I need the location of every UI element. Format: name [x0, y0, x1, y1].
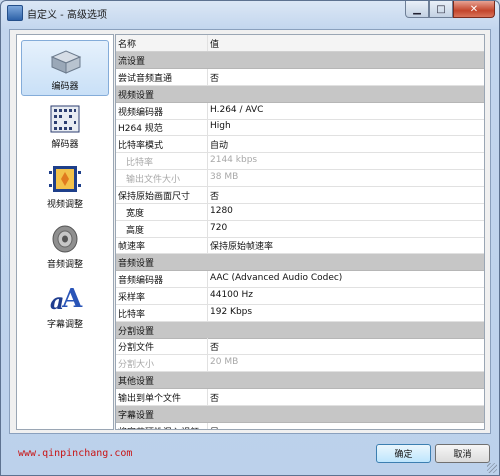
- property-row[interactable]: H264 规范 High: [116, 119, 484, 137]
- property-row[interactable]: 宽度 1280: [116, 203, 484, 221]
- svg-text:A: A: [61, 284, 83, 314]
- property-name: 输出到单个文件: [118, 394, 182, 404]
- sidebar-item-label: 解码器: [51, 140, 79, 150]
- close-button[interactable]: ✕: [453, 1, 495, 18]
- property-row[interactable]: 音频编码器 AAC (Advanced Audio Codec): [116, 271, 484, 289]
- property-grid: 名称 值 流设置 尝试音频直通否视频设置 视频编码器 H.264 / AVC H264 …: [115, 34, 485, 430]
- maximize-button[interactable]: □: [429, 1, 453, 18]
- property-value[interactable]: H.264 / AVC: [210, 105, 263, 115]
- property-name: H264 规范: [118, 124, 163, 135]
- sidebar-item-label: 字幕调整: [46, 320, 83, 330]
- property-row[interactable]: 分割大小 20 MB: [116, 355, 484, 373]
- sidebar-item-label: 视频调整: [46, 200, 83, 210]
- dialog-content: 编码器 解码器 视频调整 音频调整 a A 字幕调整 名称 值 流设置 尝试音频…: [9, 29, 491, 434]
- category-sidebar: 编码器 解码器 视频调整 音频调整 a A 字幕调整: [16, 34, 114, 430]
- property-value[interactable]: AAC (Advanced Audio Codec): [210, 273, 342, 283]
- sidebar-item-encoder[interactable]: 编码器: [21, 40, 109, 96]
- section-header: 流设置: [116, 52, 484, 69]
- sidebar-item-decoder[interactable]: 解码器: [21, 99, 109, 155]
- column-header-value: 值: [210, 40, 220, 50]
- property-name: 将字幕硬性混入视频...: [118, 425, 206, 429]
- property-value[interactable]: 自动: [210, 138, 228, 151]
- encoder-icon: [50, 50, 82, 74]
- property-value[interactable]: High: [210, 121, 231, 131]
- section-title: 其他设置: [118, 377, 155, 388]
- property-value[interactable]: 否: [210, 340, 219, 353]
- sidebar-item-audio-adjust[interactable]: 音频调整: [21, 219, 109, 275]
- column-header-name: 名称: [118, 40, 137, 50]
- property-name: 比特率模式: [118, 141, 164, 152]
- section-title: 字幕设置: [118, 410, 155, 421]
- section-header: 其他设置: [116, 372, 484, 390]
- property-name: 分割文件: [118, 343, 155, 354]
- property-name: 分割大小: [118, 360, 155, 371]
- property-row[interactable]: 帧速率 保持原始帧速率: [116, 237, 484, 255]
- property-row[interactable]: 输出文件大小 38 MB: [116, 169, 484, 187]
- property-row[interactable]: 比特率 192 Kbps: [116, 304, 484, 322]
- property-row[interactable]: 采样率 44100 Hz: [116, 287, 484, 305]
- close-icon: ✕: [469, 3, 479, 15]
- property-value: 20 MB: [210, 357, 239, 368]
- property-name: 采样率: [118, 292, 146, 303]
- minimize-icon: ▁: [413, 3, 421, 15]
- property-row[interactable]: 比特率 2144 kbps: [116, 153, 484, 171]
- decoder-icon: [50, 105, 80, 133]
- section-header: 分割设置: [116, 321, 484, 339]
- ok-button[interactable]: 确定: [376, 444, 431, 463]
- app-icon: [7, 5, 23, 21]
- property-name: 高度: [126, 225, 145, 236]
- property-name: 视频编码器: [118, 107, 164, 118]
- sidebar-item-subtitle-adjust[interactable]: a A 字幕调整: [21, 279, 109, 335]
- audio-adjust-icon: [52, 225, 78, 253]
- section-title: 分割设置: [118, 326, 155, 337]
- property-name: 保持原始画面尺寸: [118, 191, 191, 202]
- property-row[interactable]: 将字幕硬性混入视频... 是: [116, 422, 484, 429]
- resize-grip[interactable]: [487, 463, 497, 473]
- section-header: 视频设置: [116, 85, 484, 103]
- cancel-button[interactable]: 取消: [435, 444, 490, 463]
- property-value[interactable]: 否: [210, 189, 219, 202]
- property-value[interactable]: 1280: [210, 206, 233, 216]
- section-header: 字幕设置: [116, 405, 484, 423]
- sidebar-item-video-adjust[interactable]: 视频调整: [21, 159, 109, 215]
- property-name: 输出文件大小: [126, 174, 181, 185]
- window-title: 自定义 - 高级选项: [27, 10, 107, 21]
- property-name: 帧速率: [118, 242, 146, 253]
- subtitle-adjust-icon: a A: [50, 284, 83, 315]
- property-value: 38 MB: [210, 171, 239, 182]
- property-value[interactable]: 192 Kbps: [210, 307, 252, 317]
- dialog-window: 自定义 - 高级选项 ▁ □ ✕ 编码器 解码器 视频调整 音频调整 a A 字…: [0, 0, 500, 476]
- section-title: 音频设置: [118, 259, 155, 270]
- maximize-icon: □: [436, 3, 446, 15]
- sidebar-item-label: 音频调整: [46, 260, 83, 270]
- section-title: 流设置: [118, 57, 146, 67]
- grid-header: 名称 值: [116, 35, 484, 52]
- section-title: 视频设置: [118, 90, 155, 101]
- property-row[interactable]: 视频编码器 H.264 / AVC: [116, 102, 484, 120]
- property-name: 宽度: [126, 208, 145, 219]
- property-name: 比特率: [126, 158, 154, 169]
- title-bar[interactable]: 自定义 - 高级选项 ▁ □ ✕: [1, 1, 499, 25]
- property-name: 音频编码器: [118, 276, 164, 287]
- property-name: 尝试音频直通: [118, 73, 173, 84]
- video-adjust-icon: [49, 166, 81, 192]
- property-row[interactable]: 输出到单个文件 否: [116, 389, 484, 406]
- property-value[interactable]: 是: [210, 425, 219, 429]
- website-link[interactable]: www.qinpinchang.com: [18, 448, 132, 459]
- property-row[interactable]: 保持原始画面尺寸 否: [116, 186, 484, 204]
- property-row[interactable]: 尝试音频直通 否: [116, 68, 484, 86]
- property-row[interactable]: 分割文件 否: [116, 338, 484, 356]
- section-header: 音频设置: [116, 254, 484, 272]
- minimize-button[interactable]: ▁: [405, 1, 429, 18]
- property-value[interactable]: 否: [210, 71, 219, 84]
- property-name: 比特率: [118, 309, 146, 320]
- property-value[interactable]: 720: [210, 223, 227, 233]
- property-row[interactable]: 高度 720: [116, 220, 484, 238]
- property-value[interactable]: 44100 Hz: [210, 290, 253, 300]
- property-value[interactable]: 保持原始帧速率: [210, 239, 273, 252]
- property-value[interactable]: 否: [210, 391, 219, 404]
- property-value: 2144 kbps: [210, 155, 258, 166]
- sidebar-item-label: 编码器: [51, 82, 79, 92]
- property-row[interactable]: 比特率模式 自动: [116, 136, 484, 154]
